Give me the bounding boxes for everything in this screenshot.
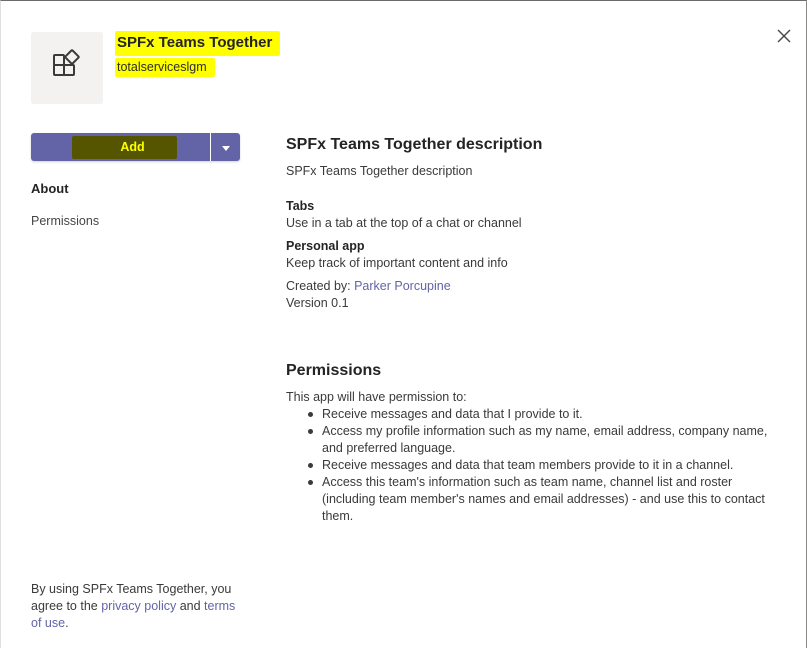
tabs-text: Use in a tab at the top of a chat or cha… (286, 216, 522, 230)
version-text: Version 0.1 (286, 296, 349, 310)
tabs-title: Tabs (286, 199, 315, 213)
footer-and: and (176, 599, 205, 613)
privacy-policy-link[interactable]: privacy policy (101, 599, 176, 613)
permission-item: Receive messages and data that I provide… (286, 406, 776, 423)
nav-item-about[interactable]: About (31, 181, 69, 196)
app-icon-tile (31, 32, 103, 104)
split-divider (210, 133, 211, 161)
chevron-down-icon (221, 138, 230, 156)
app-grid-icon (50, 48, 84, 88)
description-text: SPFx Teams Together description (286, 164, 473, 178)
add-options-dropdown[interactable] (211, 133, 240, 161)
terms-footer: By using SPFx Teams Together, you agree … (31, 581, 246, 632)
created-by-label: Created by: (286, 279, 355, 293)
permissions-list: Receive messages and data that I provide… (286, 406, 776, 525)
personal-app-text: Keep track of important content and info (286, 256, 508, 270)
permissions-section: Permissions This app will have permissio… (286, 361, 776, 525)
about-section: SPFx Teams Together description SPFx Tea… (286, 135, 786, 312)
permissions-heading: Permissions (286, 362, 382, 379)
permission-item: Access this team's information such as t… (286, 474, 776, 525)
add-button[interactable]: Add (31, 133, 210, 161)
add-button-label: Add (72, 135, 177, 159)
close-button[interactable] (775, 29, 793, 47)
permission-item: Access my profile information such as my… (286, 423, 776, 457)
close-icon (777, 29, 791, 48)
created-by: Created by: Parker Porcupine (286, 278, 786, 295)
app-title: SPFx Teams Together (115, 31, 281, 56)
add-split-button: Add (31, 133, 240, 161)
description-heading: SPFx Teams Together description (286, 136, 543, 153)
app-details-dialog: SPFx Teams Together totalserviceslgm Add… (0, 0, 807, 648)
permissions-intro: This app will have permission to: (286, 390, 467, 404)
creator-link[interactable]: Parker Porcupine (354, 279, 451, 293)
permission-item: Receive messages and data that team memb… (286, 457, 776, 474)
app-header: SPFx Teams Together totalserviceslgm (115, 31, 281, 77)
footer-suffix: . (65, 616, 69, 630)
app-publisher: totalserviceslgm (115, 58, 215, 77)
nav-item-permissions[interactable]: Permissions (31, 214, 99, 228)
personal-app-title: Personal app (286, 239, 365, 253)
